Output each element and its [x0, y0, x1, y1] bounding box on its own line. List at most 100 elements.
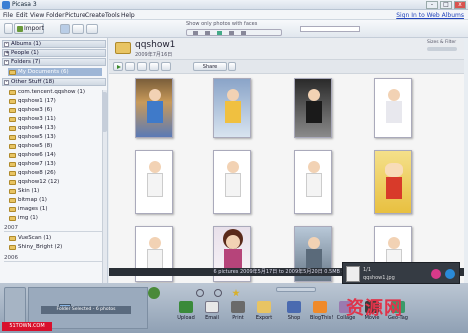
folder-item[interactable]: qqshow5 (13) — [8, 133, 102, 141]
folder-item[interactable]: qqshow5 (8) — [8, 142, 102, 150]
folder-label: qqshow7 (13) — [18, 161, 56, 167]
folder-label: My Documents (6) — [18, 69, 69, 75]
folder-item[interactable]: bitmap (1) — [8, 196, 102, 204]
scrollbar-thumb[interactable] — [102, 92, 107, 132]
folder-item[interactable]: qqshow3 (6) — [8, 106, 102, 114]
avatar-head — [308, 237, 320, 249]
menu-edit[interactable]: Edit — [16, 12, 28, 19]
photo-thumbnail[interactable] — [135, 78, 173, 138]
photo-thumbnail[interactable] — [213, 78, 251, 138]
shop-button[interactable]: Shop — [284, 301, 304, 321]
folder-item[interactable]: qqshow12 (12) — [8, 178, 102, 186]
avatar-body — [306, 173, 322, 197]
hold-green-pin-icon[interactable] — [148, 287, 160, 299]
folders-label: Folders (7) — [11, 59, 41, 65]
close-button[interactable]: x — [454, 1, 466, 9]
people-tag-icon[interactable] — [431, 269, 441, 279]
minimize-button[interactable]: - — [426, 1, 438, 9]
email-label: Email — [205, 315, 219, 321]
face-filter-icon[interactable] — [217, 31, 222, 35]
collapse-icon[interactable]: - — [4, 60, 9, 65]
folder-item[interactable]: images (1) — [8, 205, 102, 213]
tray-control-panel — [4, 287, 26, 327]
folder-label: qqshow6 (14) — [18, 152, 56, 158]
photo-thumbnail[interactable] — [294, 78, 332, 138]
star-filter-icon[interactable] — [193, 31, 198, 35]
folder-item[interactable]: Shiny_Bright (2) — [8, 243, 102, 251]
export-icon — [257, 301, 271, 313]
photo-thumbnail[interactable] — [135, 150, 173, 214]
movie-icon[interactable] — [137, 62, 147, 71]
folder-item-my-documents[interactable]: My Documents (6) — [8, 68, 102, 76]
sign-in-link[interactable]: Sign In to Web Albums — [396, 12, 464, 19]
photo-thumbnail[interactable] — [374, 78, 412, 138]
print-button[interactable]: Print — [228, 301, 248, 321]
upload-filter-icon[interactable] — [229, 31, 234, 35]
folder-icon — [9, 245, 16, 250]
folder-item[interactable]: qqshow3 (11) — [8, 115, 102, 123]
collage-icon[interactable] — [125, 62, 135, 71]
folder-item[interactable]: img (1) — [8, 214, 102, 222]
video-filter-icon[interactable] — [205, 31, 210, 35]
folder-icon — [9, 198, 16, 203]
folder-item[interactable]: qqshow7 (13) — [8, 160, 102, 168]
other-stuff-group[interactable]: - Other Stuff (18) — [2, 78, 106, 86]
collapse-icon[interactable]: - — [4, 80, 9, 85]
menu-help[interactable]: Help — [121, 12, 135, 19]
menu-view[interactable]: View — [30, 12, 44, 19]
folder-item[interactable]: VueScan (1) — [8, 234, 102, 242]
folder-item[interactable]: qqshow8 (26) — [8, 169, 102, 177]
share-button[interactable]: Share — [193, 62, 227, 71]
menu-tools[interactable]: Tools — [105, 12, 120, 19]
rotate-left-icon[interactable] — [196, 289, 204, 297]
folder-item[interactable]: Skin (1) — [8, 187, 102, 195]
folder-title[interactable]: qqshow1 — [135, 40, 175, 50]
grid-view-icon[interactable] — [60, 24, 70, 34]
timeline-icon[interactable] — [86, 24, 98, 34]
search-input[interactable] — [300, 26, 360, 32]
geotag-filter-icon[interactable] — [241, 31, 246, 35]
thumbnail-size-slider[interactable] — [427, 47, 457, 51]
rotate-right-icon[interactable] — [214, 289, 222, 297]
chevron-down-icon[interactable] — [228, 62, 236, 71]
folder-item[interactable]: qqshow6 (14) — [8, 151, 102, 159]
expand-icon[interactable]: + — [4, 51, 9, 56]
photo-thumbnail[interactable] — [294, 150, 332, 214]
refresh-icon[interactable] — [161, 62, 171, 71]
maximize-button[interactable]: □ — [440, 1, 452, 9]
albums-group[interactable]: - Albums (1) — [2, 40, 106, 48]
blogthis-label: BlogThis! — [310, 315, 334, 321]
folder-icon — [9, 207, 16, 212]
import-label: Import — [24, 25, 44, 32]
photo-thumbnail[interactable] — [213, 150, 251, 214]
folder-label: Shiny_Bright (2) — [18, 244, 63, 250]
upload-button[interactable]: Upload — [176, 301, 196, 321]
menu-picture[interactable]: Picture — [65, 12, 86, 19]
list-view-icon[interactable] — [72, 24, 84, 34]
folder-item[interactable]: com.tencent.qqshow (1) — [8, 88, 102, 96]
menu-create[interactable]: Create — [85, 12, 105, 19]
folder-item[interactable]: qqshow1 (17) — [8, 97, 102, 105]
email-button[interactable]: Email — [202, 301, 222, 321]
play-slideshow-icon[interactable] — [113, 62, 123, 71]
photo-thumbnail[interactable] — [374, 150, 412, 214]
add-icon[interactable] — [4, 23, 13, 34]
library-view: qqshow1 2009年7月16日 Sizes & Filter Share — [109, 38, 464, 288]
people-group[interactable]: + People (1) — [2, 49, 106, 57]
folders-group[interactable]: - Folders (7) — [2, 58, 106, 66]
folder-icon — [9, 162, 16, 167]
expand-icon[interactable]: - — [4, 42, 9, 47]
avatar-body — [386, 101, 402, 123]
menu-file[interactable]: File — [3, 12, 13, 19]
folder-item[interactable]: qqshow4 (13) — [8, 124, 102, 132]
zoom-slider[interactable] — [276, 287, 316, 292]
star-icon[interactable] — [232, 289, 240, 297]
import-button[interactable]: Import — [14, 23, 44, 34]
folder-icon — [9, 135, 16, 140]
share-web-icon[interactable] — [149, 62, 159, 71]
info-icon[interactable] — [445, 269, 455, 279]
menu-folder[interactable]: Folder — [46, 12, 65, 19]
export-button[interactable]: Export — [254, 301, 274, 321]
blogthis-button[interactable]: BlogThis! — [310, 301, 334, 321]
print-icon — [231, 301, 245, 313]
